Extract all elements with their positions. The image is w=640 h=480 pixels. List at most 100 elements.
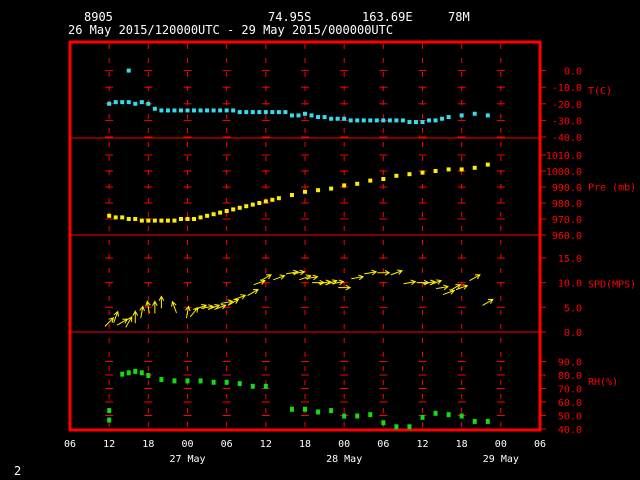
temperature-point	[440, 116, 445, 121]
x-tick-label: 00	[181, 439, 193, 450]
humidity-point	[126, 370, 131, 376]
pressure-point	[303, 189, 307, 194]
temperature-point	[237, 110, 242, 115]
humidity-point	[303, 406, 307, 412]
temperature-point	[472, 111, 477, 116]
humidity-point	[146, 373, 151, 378]
temperature-outlier-point	[126, 68, 131, 73]
temperature-point	[355, 118, 360, 123]
panel-ylabel: RH(%)	[588, 377, 618, 388]
wind-arrow	[125, 316, 133, 328]
wind-arrow	[247, 289, 259, 296]
temperature-point	[120, 100, 125, 105]
temperature-point	[107, 101, 112, 106]
humidity-point	[211, 379, 216, 385]
pressure-point	[316, 188, 321, 193]
temperature-point	[257, 110, 262, 115]
temperature-point	[126, 100, 131, 105]
temperature-point	[198, 108, 203, 113]
humidity-point	[394, 424, 399, 430]
pressure-point	[152, 218, 157, 223]
temperature-point	[283, 110, 288, 115]
humidity-point	[329, 408, 334, 414]
wind-arrow	[158, 295, 165, 309]
humidity-point	[433, 410, 438, 416]
temperature-point	[165, 108, 170, 113]
humidity-point	[446, 412, 451, 418]
wind-arrow	[285, 269, 299, 276]
temperature-point	[133, 101, 138, 106]
wind-arrow	[260, 274, 272, 282]
pressure-point	[224, 209, 229, 213]
y-tick-label: -30.0	[552, 116, 582, 127]
humidity-point	[107, 408, 112, 414]
wind-arrow	[113, 310, 119, 324]
humidity-point	[355, 413, 360, 419]
wind-arrow	[116, 318, 129, 326]
humidity-point	[368, 412, 373, 418]
temperature-point	[178, 108, 183, 113]
y-tick-label: 40.0	[558, 425, 582, 436]
pressure-point	[433, 169, 438, 173]
temperature-point	[387, 118, 392, 123]
temperature-point	[309, 113, 314, 118]
wind-arrow	[185, 305, 191, 319]
wind-arrow	[273, 274, 286, 281]
y-tick-label: 10.0	[558, 279, 582, 290]
y-tick-label: 0.0	[564, 67, 582, 78]
pressure-point	[165, 218, 170, 223]
pressure-point	[159, 218, 164, 223]
y-tick-label: 60.0	[558, 398, 582, 409]
pressure-point	[218, 210, 223, 215]
temperature-point	[329, 116, 334, 121]
y-tick-label: -40.0	[552, 133, 582, 144]
pressure-point	[237, 205, 242, 210]
pressure-point	[289, 193, 294, 197]
y-tick-label: 15.0	[558, 254, 582, 265]
humidity-point	[172, 378, 177, 384]
humidity-point	[289, 406, 294, 412]
pressure-point	[146, 218, 151, 223]
y-tick-label: 80.0	[558, 371, 582, 382]
y-tick-label: 980.0	[552, 199, 582, 210]
wind-arrow	[449, 284, 462, 292]
temperature-point	[244, 110, 249, 115]
pressure-point	[485, 162, 490, 167]
humidity-point	[120, 371, 125, 377]
temperature-point	[407, 120, 412, 125]
humidity-point	[139, 370, 144, 376]
x-tick-label: 12	[260, 439, 272, 450]
wind-arrow	[194, 304, 208, 310]
temperature-point	[335, 116, 340, 121]
humidity-point	[185, 378, 190, 384]
y-tick-label: 5.0	[564, 303, 582, 314]
pressure-point	[211, 212, 216, 217]
panel-ylabel: Pre (mb)	[588, 183, 636, 194]
pressure-point	[355, 181, 360, 186]
temperature-point	[348, 118, 353, 123]
humidity-point	[381, 420, 386, 426]
temperature-point	[270, 110, 275, 115]
pressure-point	[139, 218, 144, 223]
x-tick-label: 18	[299, 439, 311, 450]
temperature-point	[485, 113, 490, 118]
humidity-point	[263, 383, 268, 389]
temperature-point	[159, 108, 164, 113]
pressure-point	[342, 183, 347, 188]
y-tick-label: -10.0	[552, 83, 582, 94]
humidity-point	[198, 378, 203, 384]
x-tick-label: 06	[221, 439, 233, 450]
wind-arrow	[442, 289, 456, 296]
panel-ylabel: SPD(MPS)	[588, 280, 636, 291]
temperature-point	[250, 110, 255, 115]
pressure-point	[472, 165, 477, 170]
humidity-point	[407, 424, 412, 430]
temperature-point	[231, 108, 236, 113]
humidity-point	[472, 418, 477, 424]
humidity-point	[342, 413, 347, 419]
temperature-point	[446, 115, 451, 120]
temperature-point	[427, 118, 432, 123]
pressure-point	[192, 217, 197, 221]
pressure-point	[178, 217, 183, 221]
pressure-point	[198, 215, 203, 220]
